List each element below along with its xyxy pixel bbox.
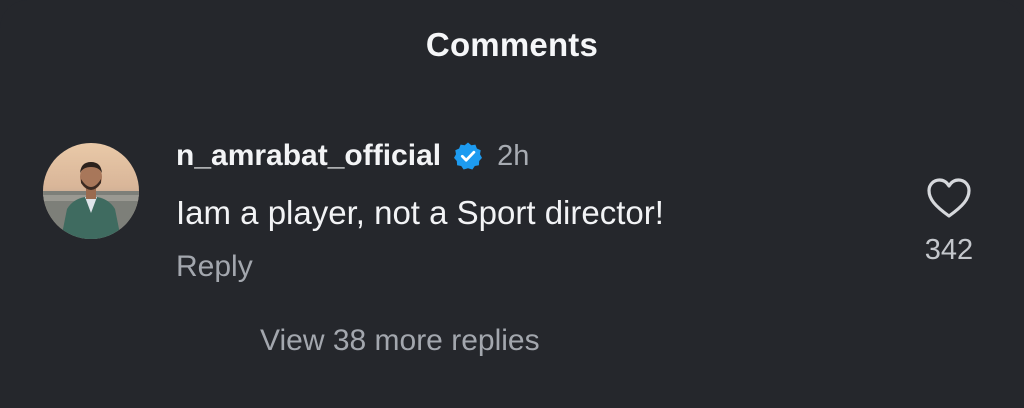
username-link[interactable]: n_amrabat_official (176, 139, 441, 173)
avatar[interactable] (43, 143, 139, 239)
view-more-replies-button[interactable]: View 38 more replies (260, 324, 540, 358)
like-count: 342 (924, 234, 974, 266)
reply-button[interactable]: Reply (176, 250, 253, 284)
comments-sheet: Comments n_amrabat_official 2h Iam a pla… (0, 0, 1024, 408)
heart-outline-icon[interactable] (925, 176, 973, 220)
comment-header: n_amrabat_official 2h (176, 136, 529, 176)
comment-timestamp: 2h (497, 139, 530, 172)
comment-body: Iam a player, not a Sport director! (176, 194, 664, 231)
comment-item: n_amrabat_official 2h Iam a player, not … (0, 0, 1024, 408)
verified-badge-icon (453, 141, 483, 171)
